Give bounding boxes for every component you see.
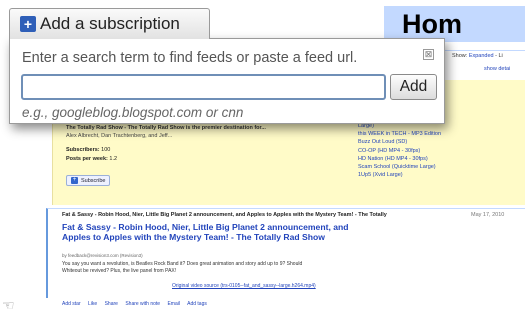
feed-stats: Subscribers: 100 Posts per week: 1.2 xyxy=(66,146,117,164)
entry-byline: by feedback@revision3.com (Revision3) xyxy=(62,253,143,258)
add-tags-action[interactable]: Add tags xyxy=(187,301,207,307)
entry-body-line: You say you want a revolution, is Beatle… xyxy=(62,261,303,267)
entry-body-line: Whiteout be revived? Plus, the live pane… xyxy=(62,267,177,274)
video-source-link[interactable]: Original video source (trs-0105--fat_and… xyxy=(172,283,316,289)
subscribers-value: 100 xyxy=(101,147,111,153)
popup-example-text: e.g., googleblog.blogspot.com or cnn xyxy=(22,105,244,120)
show-list-link[interactable]: - Li xyxy=(494,53,503,59)
subscription-search-input[interactable] xyxy=(21,74,386,100)
related-feeds-list: Large) this WEEK in TECH - MP3 Edition B… xyxy=(358,122,441,179)
related-feed-link[interactable]: HD Nation (HD MP4 - 30fps) xyxy=(358,155,441,163)
entry-title-link[interactable]: Fat & Sassy - Robin Hood, Nier, Little B… xyxy=(62,222,362,242)
related-feed-link[interactable]: 1Up5 (Xvid Large) xyxy=(358,171,441,179)
show-expanded-link[interactable]: Expanded xyxy=(469,53,494,59)
email-action[interactable]: Email xyxy=(167,301,180,307)
entry-date: May 17, 2010 xyxy=(471,212,505,218)
share-action[interactable]: Share xyxy=(105,301,118,307)
plus-icon: + xyxy=(71,177,78,185)
feed-subscribe-button[interactable]: + Subscribe xyxy=(66,175,111,186)
page-title: Hom xyxy=(402,9,462,39)
entry-actions: Add star Like Share Share with note Emai… xyxy=(62,301,213,307)
posts-per-week-value: 1.2 xyxy=(109,156,118,162)
add-subscription-button[interactable]: + Add a subscription xyxy=(9,8,210,39)
share-with-note-action[interactable]: Share with note xyxy=(125,301,160,307)
like-action[interactable]: Like xyxy=(88,301,97,307)
cursor-hand-icon: ☜ xyxy=(2,297,15,311)
add-button[interactable]: Add xyxy=(390,74,437,100)
add-star-action[interactable]: Add star xyxy=(62,301,81,307)
related-feed-link[interactable]: Scam School (Quicktime Large) xyxy=(358,163,441,171)
subscribers-label: Subscribers: xyxy=(66,147,100,153)
posts-per-week-label: Posts per week: xyxy=(66,156,108,162)
feed-description: Alex Albrecht, Dan Trachtenberg, and Jef… xyxy=(66,133,173,139)
related-feed-link[interactable]: Buzz Out Loud (SD) xyxy=(358,138,441,146)
show-mode: Show: Expanded - Li xyxy=(452,53,503,59)
popup-instructions: Enter a search term to find feeds or pas… xyxy=(22,50,358,66)
related-feed-link[interactable]: this WEEK in TECH - MP3 Edition xyxy=(358,130,441,138)
entry-header[interactable]: Fat & Sassy - Robin Hood, Nier, Little B… xyxy=(62,212,387,218)
feed-heading[interactable]: The Totally Rad Show - The Totally Rad S… xyxy=(66,125,266,131)
add-subscription-popup: Enter a search term to find feeds or pas… xyxy=(9,38,445,124)
related-feed-link[interactable]: CO-OP (HD MP4 - 30fps) xyxy=(358,147,441,155)
close-icon[interactable]: ⊠ xyxy=(423,49,434,60)
show-details-link[interactable]: show detai xyxy=(484,66,510,72)
add-subscription-label: Add a subscription xyxy=(40,14,180,33)
plus-icon: + xyxy=(20,16,36,32)
entry-body: You say you want a revolution, is Beatle… xyxy=(62,261,302,274)
feed-subscribe-label: Subscribe xyxy=(81,178,106,184)
show-prefix: Show: xyxy=(452,53,469,59)
